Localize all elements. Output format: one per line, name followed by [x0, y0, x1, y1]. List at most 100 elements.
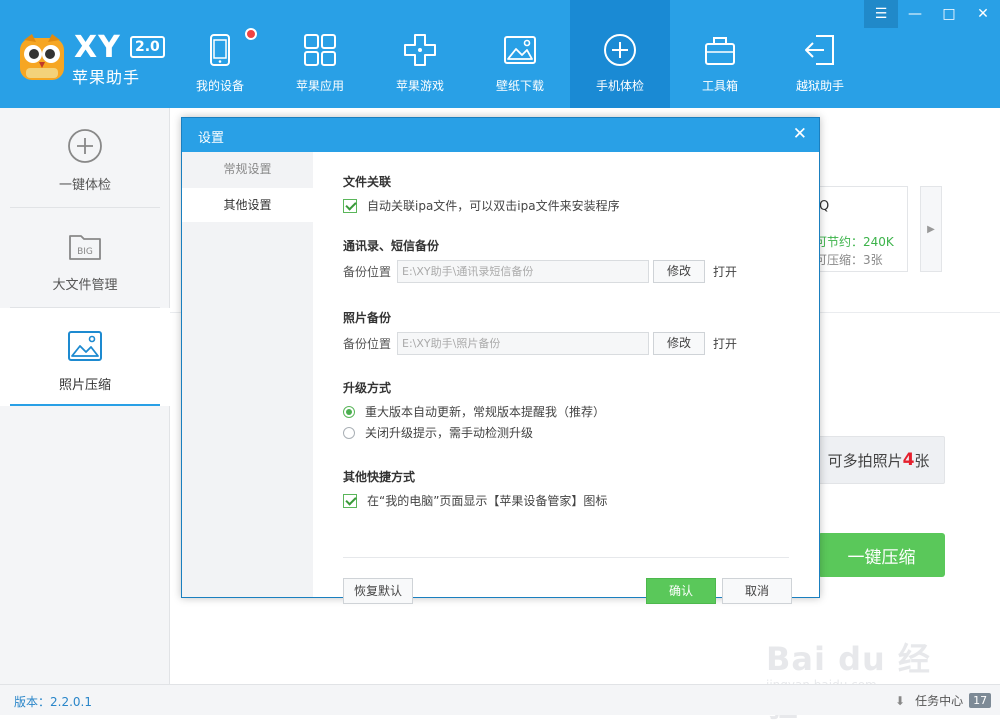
sidebar-item-photo-compress[interactable]: 照片压缩	[0, 308, 170, 406]
main-nav: 我的设备 苹果应用 苹果游戏 壁纸下载 手机体检 工具箱 越狱助手	[170, 0, 870, 108]
contacts-open-link[interactable]: 打开	[713, 263, 737, 280]
logo-version: 2.0	[130, 36, 165, 58]
nav-label: 苹果游戏	[395, 79, 444, 93]
status-bar: 版本：2.2.0.1 ⬇ 任务中心 17	[0, 684, 1000, 715]
more-count: 4	[902, 450, 915, 470]
checkbox-label: 自动关联ipa文件，可以双击ipa文件来安装程序	[367, 199, 620, 213]
upgrade-auto-radio[interactable]: 重大版本自动更新，常规版本提醒我（推荐）	[343, 403, 605, 420]
radio-label: 关闭升级提示，需手动检测升级	[365, 426, 534, 440]
photo-backup-row: 备份位置 E:\XY助手\照片备份 修改 打开	[343, 332, 737, 355]
nav-item-apple-games[interactable]: 苹果游戏	[370, 0, 470, 108]
sidebar-item-label: 一键体检	[58, 178, 111, 193]
sidebar-item-label: 照片压缩	[58, 378, 111, 393]
more-photos-info: 可多拍照片 4 张	[812, 436, 945, 484]
upgrade-manual-radio[interactable]: 关闭升级提示，需手动检测升级	[343, 424, 533, 441]
menu-icon[interactable]: ☰	[864, 0, 898, 28]
more-suffix: 张	[914, 451, 930, 470]
big-file-icon-text: BIG	[77, 247, 93, 257]
checkbox-label: 在“我的电脑”页面显示【苹果设备管家】图标	[367, 494, 608, 508]
radio-label: 重大版本自动更新，常规版本提醒我（推荐）	[365, 405, 606, 419]
apps-grid-icon	[304, 34, 336, 66]
nav-label: 手机体检	[595, 79, 644, 93]
shortcut-checkbox[interactable]: 在“我的电脑”页面显示【苹果设备管家】图标	[343, 492, 607, 509]
card-compressible: 可压缩：3张	[815, 253, 883, 267]
confirm-button[interactable]: 确认	[646, 578, 716, 604]
section-title-shortcuts: 其他快捷方式	[343, 470, 416, 484]
logo-text: XY	[74, 30, 121, 65]
dialog-titlebar: 设置 ✕	[182, 118, 819, 152]
photo-modify-button[interactable]: 修改	[653, 332, 705, 355]
sidebar-item-big-files[interactable]: BIG 大文件管理	[0, 208, 170, 306]
contacts-backup-path-field[interactable]: E:\XY助手\通讯录短信备份	[397, 260, 649, 283]
section-title-file-assoc: 文件关联	[343, 175, 392, 189]
checkbox-checked-icon	[343, 198, 357, 213]
task-center-button[interactable]: ⬇ 任务中心 17	[895, 692, 992, 709]
dialog-body: 文件关联 自动关联ipa文件，可以双击ipa文件来安装程序 通讯录、短信备份 备…	[313, 152, 819, 604]
owl-logo-icon	[20, 34, 64, 80]
nav-item-phone-checkup[interactable]: 手机体检	[570, 0, 670, 108]
nav-item-my-device[interactable]: 我的设备	[170, 0, 270, 108]
nav-label: 苹果应用	[295, 79, 344, 93]
checkbox-checked-icon	[343, 493, 357, 508]
nav-item-apple-apps[interactable]: 苹果应用	[270, 0, 370, 108]
sidebar-item-label: 大文件管理	[52, 278, 118, 293]
task-center-label: 任务中心	[915, 694, 964, 708]
minimize-icon[interactable]: —	[898, 0, 932, 28]
task-count-badge: 17	[969, 693, 992, 708]
photo-open-link[interactable]: 打开	[713, 335, 737, 352]
checkup-plus-icon	[604, 34, 636, 66]
dialog-footer-divider	[343, 557, 789, 558]
dialog-tabs: 常规设置 其他设置	[182, 152, 313, 597]
nav-label: 越狱助手	[795, 79, 844, 93]
nav-item-toolbox[interactable]: 工具箱	[670, 0, 770, 108]
gamepad-icon	[404, 34, 436, 66]
version-label: 版本：2.2.0.1	[14, 695, 92, 709]
close-icon[interactable]: ✕	[966, 0, 1000, 28]
chevron-right-icon[interactable]: ▶	[920, 186, 942, 272]
backup-location-label: 备份位置	[343, 265, 392, 279]
nav-label: 壁纸下载	[495, 79, 544, 93]
app-header: XY 2.0 苹果助手 我的设备 苹果应用 苹果游戏 壁纸下载 手机体检 工具箱…	[0, 0, 1000, 108]
nav-item-jailbreak[interactable]: 越狱助手	[770, 0, 870, 108]
dialog-title: 设置	[198, 131, 225, 146]
toolbox-icon	[705, 37, 735, 65]
radio-selected-icon	[343, 405, 355, 418]
contacts-modify-button[interactable]: 修改	[653, 260, 705, 283]
card-title: Q	[819, 199, 830, 214]
one-click-compress-button[interactable]: 一键压缩	[818, 533, 945, 577]
sidebar-item-checkup[interactable]: 一键体检	[0, 108, 170, 206]
wallpaper-icon	[504, 36, 536, 64]
close-icon[interactable]: ✕	[793, 124, 807, 144]
section-title-upgrade: 升级方式	[343, 381, 392, 395]
settings-dialog: 设置 ✕ 常规设置 其他设置 文件关联 自动关联ipa文件，可以双击ipa文件来…	[181, 117, 820, 604]
download-arrow-icon: ⬇	[895, 693, 906, 708]
card-saving: 可节约：240K	[815, 235, 894, 249]
app-logo: XY 2.0 苹果助手	[12, 28, 172, 88]
radio-unselected-icon	[343, 426, 355, 439]
tab-other-settings[interactable]: 其他设置	[182, 188, 313, 222]
nav-item-wallpaper[interactable]: 壁纸下载	[470, 0, 570, 108]
section-title-photo-backup: 照片备份	[343, 311, 392, 325]
big-file-icon: BIG	[69, 235, 101, 260]
contacts-backup-row: 备份位置 E:\XY助手\通讯录短信备份 修改 打开	[343, 260, 737, 283]
sidebar-active-indicator	[10, 404, 160, 406]
image-icon	[68, 331, 102, 361]
backup-location-label: 备份位置	[343, 337, 392, 351]
baidu-watermark: Bai du 经验 jingyan.baidu.com	[766, 604, 956, 724]
tab-general-settings[interactable]: 常规设置	[182, 152, 313, 186]
notification-badge	[245, 28, 257, 40]
window-controls: ☰ — □ ✕	[864, 0, 1000, 28]
logo-subtitle: 苹果助手	[72, 68, 141, 87]
more-prefix: 可多拍照片	[827, 451, 903, 470]
ipa-assoc-checkbox[interactable]: 自动关联ipa文件，可以双击ipa文件来安装程序	[343, 197, 620, 214]
plus-circle-icon	[68, 129, 102, 163]
nav-label: 工具箱	[701, 79, 738, 93]
maximize-icon[interactable]: □	[932, 0, 966, 28]
phone-icon	[210, 34, 230, 66]
photo-backup-path-field[interactable]: E:\XY助手\照片备份	[397, 332, 649, 355]
sidebar: 一键体检 BIG 大文件管理 照片压缩	[0, 108, 170, 684]
section-title-contacts-backup: 通讯录、短信备份	[343, 239, 440, 253]
restore-defaults-button[interactable]: 恢复默认	[343, 578, 413, 604]
jailbreak-icon	[805, 35, 834, 65]
cancel-button[interactable]: 取消	[722, 578, 792, 604]
